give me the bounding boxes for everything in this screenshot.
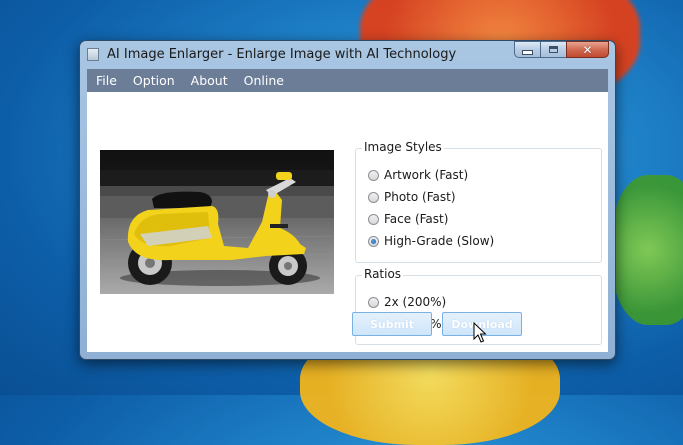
menu-bar: File Option About Online <box>87 69 608 92</box>
mouse-cursor-icon <box>473 322 487 343</box>
radio-high-grade[interactable] <box>368 235 379 247</box>
menu-online[interactable]: Online <box>237 73 291 88</box>
image-styles-group: Image Styles Artwork (Fast) Photo (Fast)… <box>355 140 602 263</box>
close-button[interactable]: ✕ <box>566 41 609 58</box>
app-icon[interactable] <box>87 47 99 61</box>
style-option-face[interactable]: Face (Fast) <box>368 212 448 226</box>
ratios-title: Ratios <box>362 267 404 281</box>
style-option-label: Face (Fast) <box>384 212 449 226</box>
window-controls: ✕ <box>514 41 609 60</box>
menu-option[interactable]: Option <box>126 73 182 88</box>
ratio-option-label: 2x (200%) <box>384 295 447 309</box>
image-styles-title: Image Styles <box>362 140 444 154</box>
desktop-green-shape <box>612 175 683 325</box>
radio-2x[interactable] <box>368 296 379 308</box>
minimize-button[interactable] <box>514 41 540 58</box>
ratio-option-2x[interactable]: 2x (200%) <box>368 295 446 309</box>
radio-photo[interactable] <box>368 191 379 203</box>
client-area: Image Styles Artwork (Fast) Photo (Fast)… <box>87 92 608 352</box>
radio-face[interactable] <box>368 213 379 225</box>
menu-about[interactable]: About <box>184 73 235 88</box>
style-option-label: Photo (Fast) <box>384 190 456 204</box>
menu-file[interactable]: File <box>89 73 124 88</box>
style-option-photo[interactable]: Photo (Fast) <box>368 190 456 204</box>
style-option-label: High-Grade (Slow) <box>384 234 495 248</box>
window-title: AI Image Enlarger - Enlarge Image with A… <box>107 46 457 62</box>
maximize-button[interactable] <box>540 41 566 58</box>
style-option-artwork[interactable]: Artwork (Fast) <box>368 168 468 182</box>
style-option-high-grade[interactable]: High-Grade (Slow) <box>368 234 494 248</box>
submit-button[interactable]: Submit <box>352 312 432 336</box>
radio-artwork[interactable] <box>368 169 379 181</box>
style-option-label: Artwork (Fast) <box>384 168 469 182</box>
close-icon: ✕ <box>582 42 593 57</box>
scooter-image <box>100 150 334 294</box>
minimize-icon <box>522 50 533 55</box>
app-window: AI Image Enlarger - Enlarge Image with A… <box>79 40 616 360</box>
maximize-icon <box>549 46 558 53</box>
